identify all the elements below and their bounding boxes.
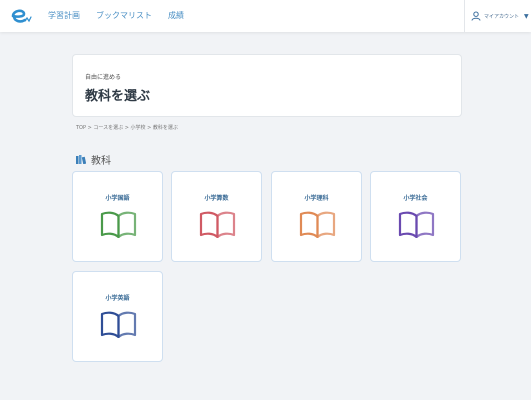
books-icon bbox=[76, 155, 86, 164]
account-menu[interactable]: マイアカウント ▼ bbox=[464, 0, 531, 32]
nav-bookmark-list[interactable]: ブックマリスト bbox=[96, 10, 152, 21]
logo-icon[interactable] bbox=[10, 6, 32, 26]
nav-grades[interactable]: 成績 bbox=[168, 10, 184, 21]
subject-card-japanese[interactable]: 小学国語 bbox=[72, 171, 163, 262]
top-header: 学習計画 ブックマリスト 成績 マイアカウント ▼ bbox=[0, 0, 531, 32]
subject-card-english[interactable]: 小学英語 bbox=[72, 271, 163, 362]
open-book-icon bbox=[398, 211, 435, 238]
user-icon bbox=[471, 11, 481, 21]
subject-label: 小学社会 bbox=[403, 195, 428, 202]
open-book-icon bbox=[100, 211, 137, 238]
section-title: 教科 bbox=[91, 156, 111, 167]
nav-study-plan[interactable]: 学習計画 bbox=[48, 10, 80, 21]
chevron-down-icon: ▼ bbox=[524, 12, 529, 20]
subject-card-math[interactable]: 小学算数 bbox=[171, 171, 262, 262]
account-label: マイアカウント bbox=[484, 13, 520, 20]
subject-label: 小学英語 bbox=[105, 295, 130, 302]
page-subtitle: 自由に進める bbox=[85, 74, 122, 81]
subject-label: 小学算数 bbox=[204, 195, 229, 202]
open-book-icon bbox=[100, 311, 137, 338]
page-title: 教科を選ぶ bbox=[85, 89, 151, 104]
subject-label: 小学国語 bbox=[105, 195, 130, 202]
subject-label: 小学理科 bbox=[304, 195, 329, 202]
subject-card-science[interactable]: 小学理科 bbox=[271, 171, 362, 262]
open-book-icon bbox=[199, 211, 236, 238]
subject-card-social[interactable]: 小学社会 bbox=[370, 171, 461, 262]
section-header: 教科 bbox=[76, 152, 111, 167]
open-book-icon bbox=[299, 211, 336, 238]
breadcrumb[interactable]: TOP > コースを選ぶ > 小学校 > 教科を選ぶ bbox=[76, 124, 178, 131]
main-nav: 学習計画 ブックマリスト 成績 bbox=[48, 10, 184, 21]
page-title-card: 自由に進める 教科を選ぶ bbox=[72, 54, 462, 117]
